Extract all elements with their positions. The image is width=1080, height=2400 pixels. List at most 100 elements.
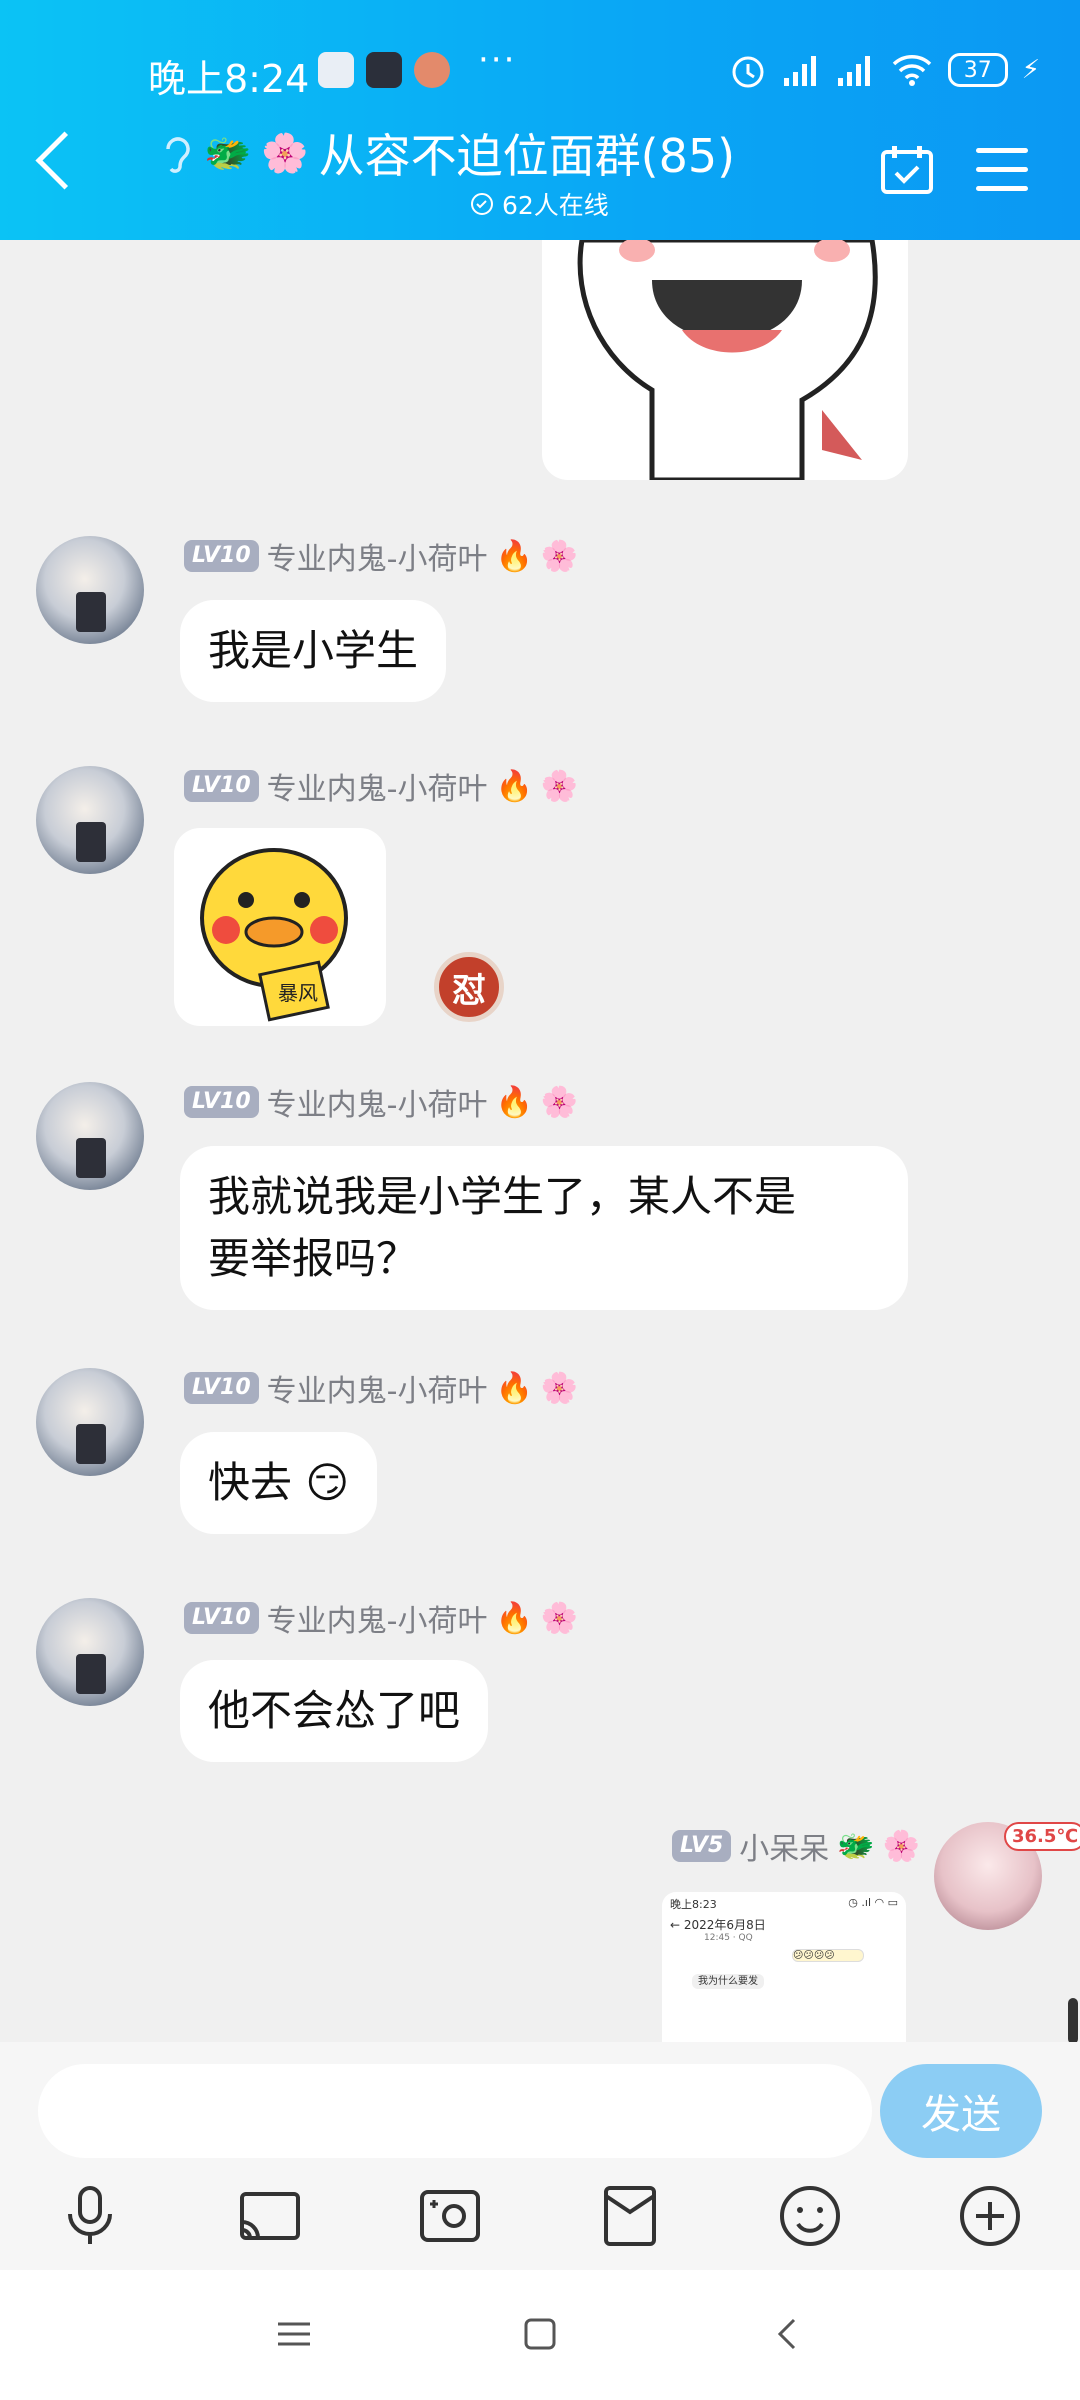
voice-button[interactable] xyxy=(56,2182,124,2250)
signal-icon xyxy=(783,56,816,86)
sender-name[interactable]: 专业内鬼-小荷叶 xyxy=(267,1080,488,1124)
screenshot-header: ← 2022年6月8日 xyxy=(662,1916,906,1933)
online-count-text: 62人在线 xyxy=(502,191,609,220)
level-badge: LV10 xyxy=(184,540,259,572)
nav-back-icon[interactable] xyxy=(768,2314,808,2354)
sender-name[interactable]: 专业内鬼-小荷叶 xyxy=(267,1596,488,1640)
cast-button[interactable] xyxy=(236,2182,304,2250)
screenshot-msg: 我为什么要发 xyxy=(692,1974,764,1989)
status-time: 晚上8:24 xyxy=(148,57,310,101)
message-input[interactable] xyxy=(38,2064,872,2158)
plus-circle-icon xyxy=(960,2186,1020,2246)
message-bubble[interactable]: 快去 😏 xyxy=(180,1432,378,1534)
sticker-image[interactable]: 暴风 xyxy=(174,828,386,1026)
fire-icon: 🔥 xyxy=(495,1084,533,1120)
reaction-badge[interactable]: 怼 xyxy=(434,952,504,1022)
photo-button[interactable] xyxy=(416,2182,484,2250)
level-badge: LV5 xyxy=(671,1830,732,1862)
message-bubble[interactable]: 我就说我是小学生了，某人不是 要举报吗？ xyxy=(180,1146,908,1310)
signal-icon-2 xyxy=(837,56,870,86)
online-count: 62人在线 xyxy=(470,186,609,222)
sender-name[interactable]: 小呆呆 xyxy=(739,1824,829,1868)
system-nav-bar xyxy=(0,2270,1080,2400)
battery-indicator: 37 xyxy=(947,53,1008,87)
message-bubble[interactable]: 他不会怂了吧 xyxy=(180,1660,489,1762)
input-area: 发送 xyxy=(0,2042,1080,2270)
yellow-duck-sticker: 暴风 xyxy=(200,848,348,1022)
status-right: 37 ⚡ xyxy=(728,50,1040,90)
back-button[interactable] xyxy=(35,131,94,190)
fire-icon: 🔥 xyxy=(495,1370,533,1406)
flower-icon: 🌸 xyxy=(540,768,579,804)
fire-icon: 🔥 xyxy=(495,538,533,574)
screenshot-time: 晚上8:23 xyxy=(670,1898,717,1911)
status-bar: 晚上8:24 ··· 37 ⚡ xyxy=(0,40,1080,101)
dragon-badge-icon: 🐲 xyxy=(837,1828,875,1864)
calendar-check-icon[interactable] xyxy=(880,144,934,194)
photo-icon xyxy=(420,2190,480,2242)
flower-icon: 🌸 xyxy=(540,538,579,574)
flower-icon: 🌸 xyxy=(540,1370,579,1406)
sender-name[interactable]: 专业内鬼-小荷叶 xyxy=(267,764,488,808)
level-badge: LV10 xyxy=(184,1372,259,1404)
screenshot-status: 晚上8:23 ◷ .ıl ◠ ▭ xyxy=(662,1892,906,1916)
check-circle-icon xyxy=(471,193,493,215)
more-notifications-icon: ··· xyxy=(478,40,517,80)
flower-icon: 🌸 xyxy=(540,1084,579,1120)
red-packet-button[interactable] xyxy=(596,2182,664,2250)
red-packet-icon xyxy=(604,2186,656,2246)
smirk-emoji-icon: 😏 xyxy=(305,1458,350,1507)
fire-icon: 🔥 xyxy=(495,1600,533,1636)
wifi-icon xyxy=(892,55,931,86)
screenshot-image[interactable]: 晚上8:23 ◷ .ıl ◠ ▭ ← 2022年6月8日 12:45 · QQ … xyxy=(662,1892,906,2042)
message-text: 他不会怂了吧 xyxy=(208,1686,461,1735)
more-button[interactable] xyxy=(956,2182,1024,2250)
group-title: 从容不迫位面群(85) xyxy=(318,129,736,183)
avatar[interactable] xyxy=(36,1598,144,1706)
smiley-icon xyxy=(780,2186,840,2246)
screenshot-sub: 12:45 · QQ xyxy=(704,1933,753,1943)
level-badge: LV10 xyxy=(184,1602,259,1634)
cast-icon xyxy=(240,2192,300,2240)
message-text-line-2: 要举报吗？ xyxy=(208,1234,419,1283)
sender-name[interactable]: 专业内鬼-小荷叶 xyxy=(267,534,488,578)
microphone-icon xyxy=(68,2186,112,2244)
message-bubble[interactable]: 我是小学生 xyxy=(180,600,447,702)
cartoon-sticker xyxy=(577,240,878,480)
clock-app-icon xyxy=(318,52,354,88)
avatar[interactable] xyxy=(36,1082,144,1190)
sender-row: LV10 专业内鬼-小荷叶 🔥 🌸 xyxy=(184,1366,579,1410)
message-text: 我是小学生 xyxy=(208,626,419,675)
pig-app-icon xyxy=(414,52,450,88)
message-text-line-1: 我就说我是小学生了，某人不是 xyxy=(208,1172,797,1221)
sticker-image-top[interactable] xyxy=(542,240,908,480)
flower-icon: 🌸 xyxy=(882,1828,920,1864)
flower-icon: 🌸 xyxy=(540,1600,579,1636)
dragon-badge-icon: 🐲 xyxy=(204,130,252,175)
emoji-button[interactable] xyxy=(776,2182,844,2250)
scrollbar-thumb[interactable] xyxy=(1068,1998,1078,2044)
message-text: 快去 xyxy=(208,1458,293,1507)
sticker-sign-text: 暴风 xyxy=(278,981,318,1005)
sender-row: LV10 专业内鬼-小荷叶 🔥 🌸 xyxy=(184,1080,579,1124)
charging-icon: ⚡ xyxy=(1021,55,1040,85)
sender-row: LV10 专业内鬼-小荷叶 🔥 🌸 xyxy=(184,764,579,808)
flower-badge-icon: 🌸 xyxy=(261,130,309,175)
send-button[interactable]: 发送 xyxy=(880,2064,1042,2158)
recent-apps-icon[interactable] xyxy=(274,2314,314,2354)
screenshot-date: 2022年6月8日 xyxy=(683,1918,766,1932)
level-badge: LV10 xyxy=(184,770,259,802)
screenshot-back-icon: ← xyxy=(670,1918,681,1932)
fire-icon: 🔥 xyxy=(495,768,533,804)
sender-name[interactable]: 专业内鬼-小荷叶 xyxy=(267,1366,488,1410)
menu-icon[interactable] xyxy=(976,148,1028,192)
title-area[interactable]: 🐲 🌸 从容不迫位面群(85) xyxy=(160,118,735,188)
avatar[interactable] xyxy=(36,536,144,644)
temperature-badge: 36.5℃ xyxy=(1004,1822,1080,1851)
avatar[interactable] xyxy=(36,766,144,874)
sender-row: LV10 专业内鬼-小荷叶 🔥 🌸 xyxy=(184,1596,579,1640)
home-icon[interactable] xyxy=(520,2314,560,2354)
screenshot-status-icons: ◷ .ıl ◠ ▭ xyxy=(848,1896,898,1909)
avatar[interactable] xyxy=(36,1368,144,1476)
self-sender-row: LV5 小呆呆 🐲 🌸 xyxy=(671,1824,920,1868)
